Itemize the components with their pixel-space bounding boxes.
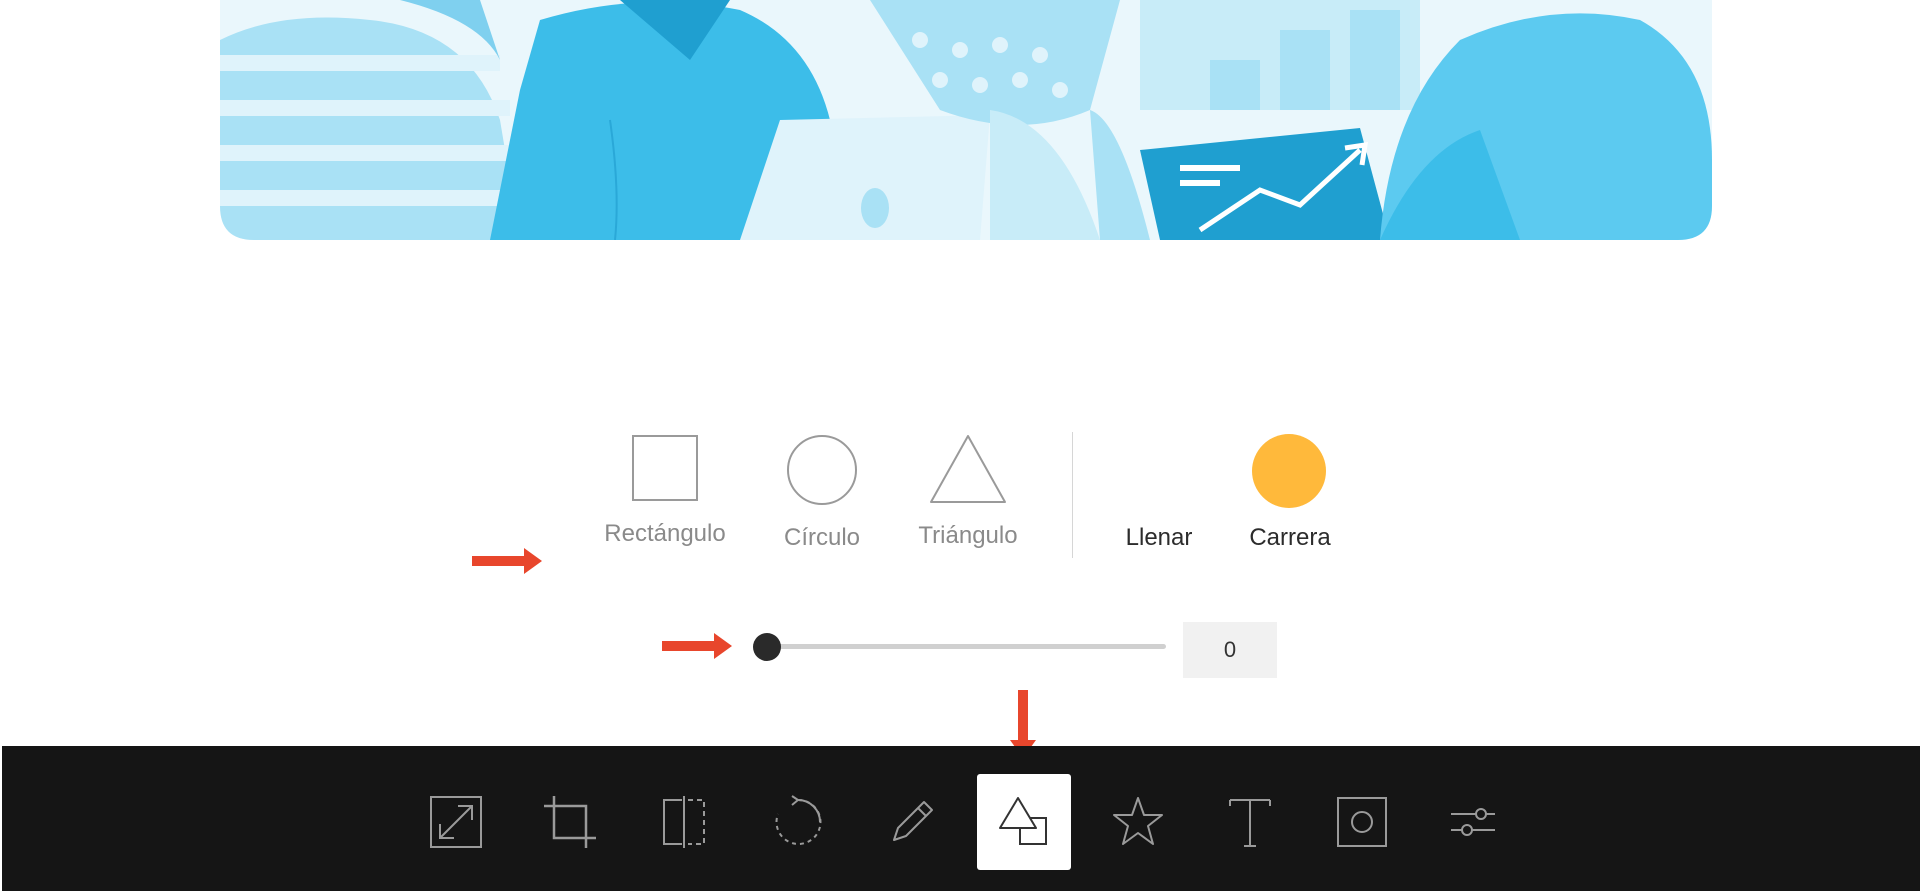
- tool-resize[interactable]: [409, 774, 503, 870]
- crop-icon: [544, 796, 596, 848]
- triangle-icon: [930, 435, 1006, 503]
- draw-icon: [893, 801, 933, 841]
- flip-icon: [663, 796, 705, 848]
- tool-adjust[interactable]: [1428, 774, 1522, 870]
- tool-frame[interactable]: [1315, 774, 1409, 870]
- people-working-illustration: [220, 0, 1712, 240]
- tool-text[interactable]: [1203, 774, 1297, 870]
- resize-icon: [430, 796, 482, 848]
- stroke-width-slider-thumb[interactable]: [753, 633, 781, 661]
- fill-toggle[interactable]: Llenar: [1106, 524, 1212, 552]
- tool-sticker[interactable]: [1091, 774, 1185, 870]
- tool-draw[interactable]: [865, 774, 959, 870]
- tool-rotate[interactable]: [751, 774, 845, 870]
- annotation-arrow-right-icon: [472, 548, 542, 574]
- rectangle-icon: [632, 435, 698, 501]
- shape-label-triangle: Triángulo: [918, 522, 1018, 549]
- tool-flip[interactable]: [637, 774, 731, 870]
- shape-option-circle[interactable]: Círculo: [770, 434, 874, 552]
- panel-divider: [1072, 432, 1073, 558]
- stroke-width-value[interactable]: 0: [1183, 622, 1277, 678]
- sticker-star-icon: [1113, 797, 1163, 845]
- adjust-icon: [1451, 808, 1495, 836]
- text-icon: [1229, 799, 1271, 847]
- shape-label-circle: Círculo: [783, 524, 861, 551]
- frame-icon: [1337, 797, 1387, 847]
- stroke-color-swatch[interactable]: [1252, 434, 1326, 508]
- circle-icon: [787, 435, 857, 505]
- stroke-width-slider-track[interactable]: [766, 644, 1166, 649]
- stroke-toggle[interactable]: Carrera: [1240, 524, 1340, 552]
- shape-label-rectangle: Rectángulo: [604, 520, 726, 547]
- shapes-icon: [999, 797, 1047, 845]
- editor-toolbar: [2, 746, 1920, 891]
- annotation-arrow-right-icon: [662, 633, 732, 659]
- tool-shapes[interactable]: [977, 774, 1071, 870]
- shape-option-rectangle[interactable]: Rectángulo: [588, 434, 742, 548]
- shape-option-triangle[interactable]: Triángulo: [906, 434, 1030, 550]
- rotate-icon: [775, 795, 822, 845]
- canvas-image: [220, 0, 1712, 240]
- tool-crop[interactable]: [523, 774, 617, 870]
